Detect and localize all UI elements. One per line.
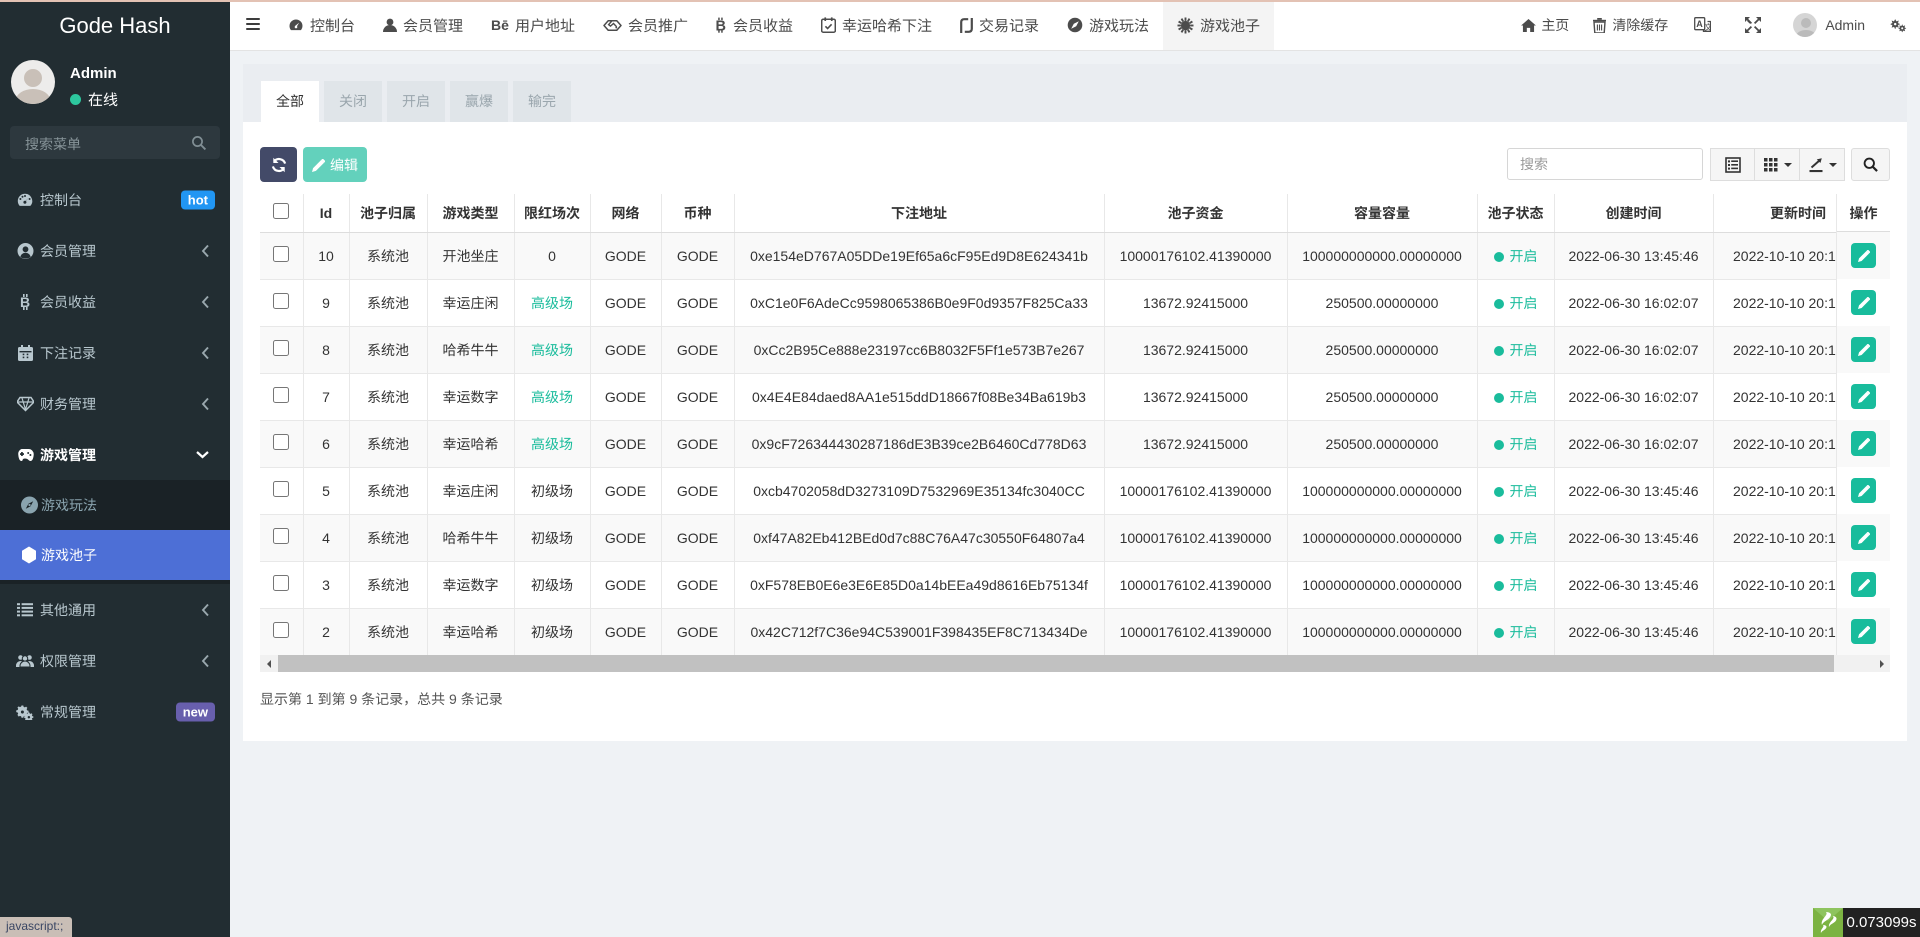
svg-text:文: 文 (1705, 22, 1712, 33)
svg-text:B: B (20, 294, 30, 310)
svg-text:A: A (1697, 19, 1704, 29)
svg-text:B: B (716, 19, 726, 34)
